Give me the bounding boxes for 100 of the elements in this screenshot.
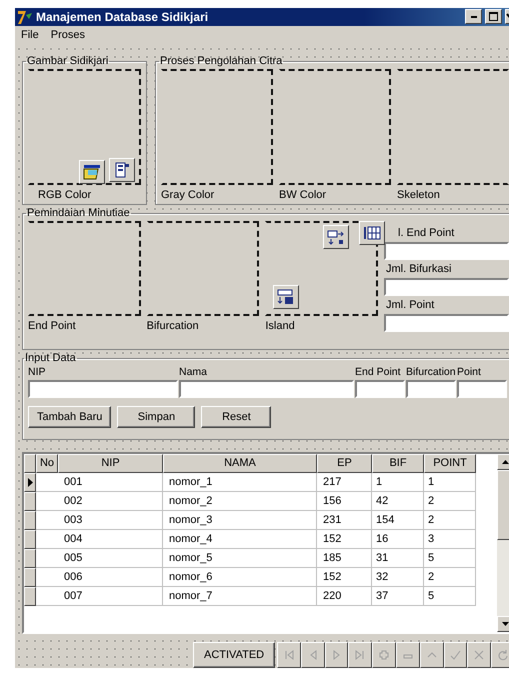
row-indicator[interactable] <box>24 568 36 587</box>
field-label: Point <box>457 366 482 378</box>
table-cell: 003 <box>36 511 163 530</box>
table-cell: 156 <box>317 492 372 511</box>
table-cell: 2 <box>424 568 476 587</box>
table-cell: 2 <box>424 511 476 530</box>
group-title: Gambar Sidikjari <box>26 55 110 67</box>
image-caption: RGB Color <box>37 189 92 201</box>
field-label: Bifurcation <box>406 366 456 378</box>
table-cell: 1 <box>372 473 424 492</box>
table-cell: nomor_4 <box>163 530 317 549</box>
column-header[interactable]: EP <box>317 454 372 473</box>
current-row-icon <box>28 478 32 487</box>
maximize-button[interactable] <box>485 9 502 24</box>
image-caption: Island <box>265 320 296 332</box>
grid-icon <box>363 225 381 241</box>
refresh-icon <box>497 649 509 661</box>
last-icon <box>354 649 366 661</box>
grid-button[interactable] <box>359 221 385 245</box>
stat-field[interactable] <box>384 314 509 332</box>
transfer-button[interactable] <box>273 285 299 309</box>
stat-field[interactable] <box>384 242 509 260</box>
group-title: Pemindaian Minutiae <box>26 207 131 219</box>
row-indicator[interactable] <box>24 587 36 606</box>
field-label: End Point <box>355 366 402 378</box>
scan-button[interactable] <box>323 225 349 249</box>
cancel-icon <box>473 649 486 661</box>
input-field[interactable] <box>457 380 507 398</box>
field-label: NIP <box>28 366 47 378</box>
input-field[interactable] <box>28 380 178 398</box>
table-cell: 152 <box>317 568 372 587</box>
row-indicator[interactable] <box>24 473 36 492</box>
column-header[interactable]: NIP <box>58 454 163 473</box>
stat-label: Jml. Bifurkasi <box>385 263 452 275</box>
table-cell: 001 <box>36 473 163 492</box>
menu-item[interactable]: Proses <box>50 28 85 42</box>
column-header[interactable]: No <box>36 454 58 473</box>
image-caption: BW Color <box>279 189 328 201</box>
table-cell: nomor_1 <box>163 473 317 492</box>
action-button[interactable]: Reset <box>201 406 272 428</box>
image-caption: Skeleton <box>397 189 441 201</box>
column-header[interactable]: POINT <box>424 454 476 473</box>
table-cell: 217 <box>317 473 372 492</box>
table-cell: nomor_7 <box>163 587 317 606</box>
table-cell: 004 <box>36 530 163 549</box>
stat-field[interactable] <box>384 278 509 296</box>
table-cell: nomor_5 <box>163 549 317 568</box>
image-caption: Gray Color <box>161 189 216 201</box>
folder-icon <box>83 164 101 180</box>
scroll-up-icon <box>502 460 508 464</box>
stat-label: Jml. Point <box>385 299 436 311</box>
table-cell: 31 <box>372 549 424 568</box>
table-cell: 007 <box>36 587 163 606</box>
table-cell: 37 <box>372 587 424 606</box>
stat-label: l. End Point <box>397 227 456 239</box>
table-cell: 231 <box>317 511 372 530</box>
action-button[interactable]: Simpan <box>117 406 196 428</box>
input-field[interactable] <box>355 380 405 398</box>
image-caption: Bifurcation <box>146 320 200 332</box>
table-cell: 42 <box>372 492 424 511</box>
action-button[interactable]: Tambah Baru <box>28 406 112 428</box>
table-cell: nomor_6 <box>163 568 317 587</box>
row-indicator[interactable] <box>24 530 36 549</box>
table-cell: 16 <box>372 530 424 549</box>
input-field[interactable] <box>406 380 456 398</box>
scrollbar[interactable] <box>497 454 509 632</box>
form-icon <box>114 162 130 178</box>
row-indicator[interactable] <box>24 511 36 530</box>
minimize-button[interactable] <box>465 9 482 24</box>
table-cell: 220 <box>317 587 372 606</box>
table-cell: 5 <box>424 587 476 606</box>
row-indicator[interactable] <box>24 549 36 568</box>
first-icon <box>283 649 295 661</box>
group-title: Proses Pengolahan Citra <box>159 55 284 67</box>
transfer-icon <box>277 289 295 305</box>
table-cell: 002 <box>36 492 163 511</box>
image-caption: End Point <box>28 320 77 332</box>
app-logo-icon <box>17 8 33 25</box>
open-image-button[interactable] <box>79 160 105 184</box>
table-cell: nomor_2 <box>163 492 317 511</box>
minimize-icon <box>470 16 476 18</box>
group-title: Input Data <box>24 352 77 364</box>
check-icon <box>449 649 462 661</box>
menu-item[interactable]: File <box>21 28 39 42</box>
row-indicator[interactable] <box>24 492 36 511</box>
table-cell: 2 <box>424 492 476 511</box>
table-cell: 5 <box>424 549 476 568</box>
table-cell: 005 <box>36 549 163 568</box>
window-title: Manajemen Database Sidikjari <box>36 10 210 24</box>
column-header[interactable]: BIF <box>372 454 424 473</box>
column-header[interactable]: NAMA <box>163 454 317 473</box>
form-button[interactable] <box>109 158 135 182</box>
table-cell: 32 <box>372 568 424 587</box>
table-cell: 1 <box>424 473 476 492</box>
table-cell: 185 <box>317 549 372 568</box>
insert-icon <box>378 649 390 661</box>
table-cell: 006 <box>36 568 163 587</box>
input-field[interactable] <box>179 380 354 398</box>
field-label: Nama <box>179 366 208 378</box>
table-cell: nomor_3 <box>163 511 317 530</box>
